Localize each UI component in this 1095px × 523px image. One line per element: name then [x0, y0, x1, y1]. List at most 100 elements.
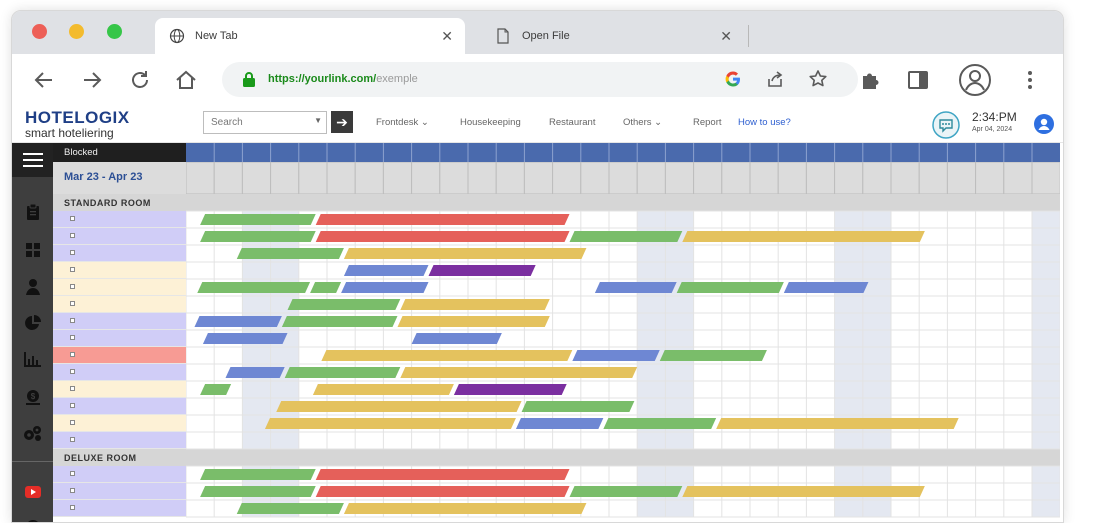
day-header-cell[interactable]: [890, 162, 920, 194]
room-row-label[interactable]: [53, 466, 186, 483]
room-checkbox[interactable]: [70, 267, 75, 272]
booking-bar-blue[interactable]: [225, 367, 285, 378]
booking-bar-yellow[interactable]: [682, 231, 925, 242]
room-checkbox[interactable]: [70, 420, 75, 425]
booking-bar-blue[interactable]: [341, 282, 429, 293]
how-to-use-link[interactable]: How to use?: [738, 117, 791, 128]
booking-bar-purple[interactable]: [428, 265, 536, 276]
menu-report[interactable]: Report: [693, 117, 722, 128]
room-checkbox[interactable]: [70, 301, 75, 306]
booking-bar-yellow[interactable]: [264, 418, 516, 429]
close-tab-icon[interactable]: ✕: [441, 28, 453, 45]
booking-bar-purple[interactable]: [453, 384, 567, 395]
room-checkbox[interactable]: [70, 505, 75, 510]
palette-icon[interactable]: [12, 519, 53, 522]
booking-bar-green[interactable]: [200, 486, 316, 497]
day-header-cell[interactable]: [186, 162, 215, 194]
home-icon[interactable]: [174, 68, 198, 92]
day-header-cell[interactable]: [749, 162, 779, 194]
booking-bar-red[interactable]: [315, 214, 570, 225]
booking-bar-green[interactable]: [236, 503, 344, 514]
close-tab-icon[interactable]: ✕: [720, 28, 732, 45]
menu-frontdesk[interactable]: Frontdesk ⌄: [376, 117, 429, 128]
day-header-cell[interactable]: [439, 162, 469, 194]
room-checkbox[interactable]: [70, 216, 75, 221]
booking-bar-yellow[interactable]: [682, 486, 925, 497]
guest-user-icon[interactable]: [12, 278, 53, 296]
booking-bar-red[interactable]: [315, 231, 570, 242]
room-checkbox[interactable]: [70, 403, 75, 408]
more-menu-icon[interactable]: [1018, 68, 1042, 92]
room-row-label[interactable]: [53, 211, 186, 228]
room-checkbox[interactable]: [70, 369, 75, 374]
booking-bar-blue[interactable]: [515, 418, 604, 429]
booking-bar-green[interactable]: [603, 418, 717, 429]
room-row-label[interactable]: [53, 347, 186, 364]
booking-bar-green[interactable]: [569, 486, 683, 497]
booking-bar-yellow[interactable]: [400, 367, 638, 378]
youtube-icon[interactable]: [12, 486, 53, 498]
forward-arrow-icon[interactable]: [80, 68, 104, 92]
booking-bar-green[interactable]: [310, 282, 342, 293]
room-checkbox[interactable]: [70, 233, 75, 238]
day-header-cell[interactable]: [693, 162, 723, 194]
bookmark-star-icon[interactable]: [808, 69, 828, 94]
room-row-label[interactable]: [53, 262, 186, 279]
booking-bar-green[interactable]: [200, 214, 316, 225]
search-input[interactable]: Search ▼: [203, 111, 327, 134]
room-checkbox[interactable]: [70, 335, 75, 340]
room-row-label[interactable]: [53, 500, 186, 517]
booking-bar-green[interactable]: [236, 248, 344, 259]
pie-chart-icon[interactable]: [12, 314, 53, 332]
day-header-cell[interactable]: [495, 162, 525, 194]
day-header-cell[interactable]: [975, 162, 1005, 194]
google-icon[interactable]: [724, 70, 742, 93]
day-header-cell[interactable]: [664, 162, 695, 194]
day-header-cell[interactable]: [636, 162, 666, 194]
day-header-cell[interactable]: [834, 162, 864, 194]
back-arrow-icon[interactable]: [32, 68, 56, 92]
day-header-cell[interactable]: [608, 162, 638, 194]
booking-bar-blue[interactable]: [594, 282, 677, 293]
room-row-label[interactable]: [53, 364, 186, 381]
booking-bar-green[interactable]: [676, 282, 784, 293]
day-header-cell[interactable]: [862, 162, 892, 194]
hamburger-menu-button[interactable]: [12, 143, 53, 177]
profile-avatar-icon[interactable]: [958, 63, 992, 97]
reload-icon[interactable]: [128, 68, 152, 92]
booking-bar-blue[interactable]: [194, 316, 282, 327]
day-header-cell[interactable]: [326, 162, 356, 194]
booking-bar-blue[interactable]: [202, 333, 288, 344]
close-window-button[interactable]: [32, 24, 47, 39]
clipboard-icon[interactable]: [12, 203, 53, 221]
day-header-cell[interactable]: [918, 162, 948, 194]
day-header-cell[interactable]: [721, 162, 751, 194]
room-checkbox[interactable]: [70, 352, 75, 357]
settings-cogs-icon[interactable]: [12, 424, 53, 442]
room-row-label[interactable]: [53, 279, 186, 296]
day-header-cell[interactable]: [241, 162, 272, 194]
booking-bar-yellow[interactable]: [716, 418, 959, 429]
room-checkbox[interactable]: [70, 250, 75, 255]
booking-bar-blue[interactable]: [572, 350, 660, 361]
booking-bar-blue[interactable]: [343, 265, 429, 276]
room-row-label[interactable]: [53, 330, 186, 347]
day-header-cell[interactable]: [552, 162, 582, 194]
room-row-label[interactable]: [53, 398, 186, 415]
money-icon[interactable]: $: [12, 388, 53, 406]
booking-bar-green[interactable]: [521, 401, 635, 412]
room-checkbox[interactable]: [70, 318, 75, 323]
room-row-label[interactable]: [53, 313, 186, 330]
day-header-cell[interactable]: [213, 162, 243, 194]
booking-bar-green[interactable]: [281, 316, 398, 327]
maximize-window-button[interactable]: [107, 24, 122, 39]
room-row-label[interactable]: [53, 381, 186, 398]
booking-bar-green[interactable]: [197, 282, 311, 293]
room-row-label[interactable]: [53, 228, 186, 245]
extensions-puzzle-icon[interactable]: [858, 68, 882, 92]
booking-bar-green[interactable]: [200, 231, 316, 242]
booking-bar-green[interactable]: [569, 231, 683, 242]
day-header-cell[interactable]: [580, 162, 610, 194]
booking-bar-yellow[interactable]: [343, 248, 587, 259]
day-header-cell[interactable]: [467, 162, 497, 194]
